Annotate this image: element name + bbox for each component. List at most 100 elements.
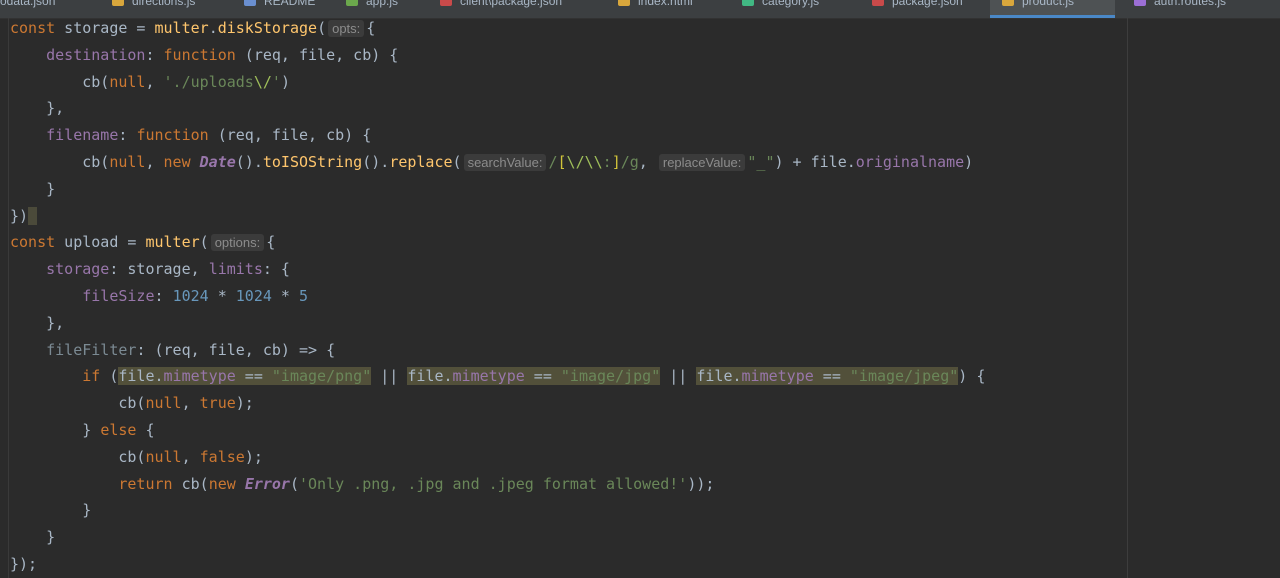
tab-label: index.html xyxy=(638,0,693,8)
parameter-hint: searchValue: xyxy=(463,154,547,171)
code-token: { xyxy=(266,233,276,252)
code-token: Error xyxy=(244,474,290,493)
right-margin-guide xyxy=(1127,18,1128,578)
code-token: / xyxy=(548,153,558,171)
code-line: } else { xyxy=(10,417,155,444)
code-token: mimetype xyxy=(741,367,814,386)
code-token: function xyxy=(136,126,209,145)
tab-label: client\package.json xyxy=(460,0,563,8)
code-token: (). xyxy=(235,153,263,171)
code-token: , xyxy=(145,153,164,171)
code-token xyxy=(28,206,38,225)
code-token: * xyxy=(208,287,236,305)
code-token: : (req, file, cb) => { xyxy=(136,340,336,359)
code-token: file. xyxy=(407,367,453,386)
tab-label: category.js xyxy=(762,0,820,8)
code-token: file. xyxy=(118,367,164,386)
code-token: "image/png" xyxy=(271,367,372,386)
tab-9[interactable]: auth.routes.js xyxy=(1122,0,1280,18)
code-token: cb( xyxy=(10,447,146,466)
code-token: file. xyxy=(696,367,742,386)
code-token: replace xyxy=(389,153,453,171)
code-token: , xyxy=(145,72,164,91)
code-token: ); xyxy=(244,447,263,466)
code-token: : xyxy=(602,153,612,171)
code-line: const upload = multer(options:{ xyxy=(10,229,275,256)
code-token: new xyxy=(163,153,200,171)
code-token: false xyxy=(199,447,245,466)
code-token: storage xyxy=(46,260,110,279)
code-token: * xyxy=(271,287,299,305)
tab-label: odata.json xyxy=(0,0,56,8)
code-token: } xyxy=(10,528,56,547)
code-token: , xyxy=(638,153,657,171)
parameter-hint: replaceValue: xyxy=(658,154,746,171)
code-line: return cb(new Error('Only .png, .jpg and… xyxy=(10,471,714,498)
code-token: ) + file. xyxy=(774,153,856,171)
parameter-hint: opts: xyxy=(328,20,365,37)
code-token: }); xyxy=(10,555,38,573)
code-line: } xyxy=(10,497,91,524)
code-token: "_" xyxy=(747,153,775,171)
code-token: cb( xyxy=(172,474,209,493)
tab-label: auth.routes.js xyxy=(1154,0,1227,8)
code-token: [ xyxy=(557,153,567,171)
code-line: fileSize: 1024 * 1024 * 5 xyxy=(10,283,308,310)
code-token: ( xyxy=(289,474,299,493)
code-token: : xyxy=(118,126,137,145)
js-file-icon xyxy=(1134,0,1146,6)
code-token: destination xyxy=(46,45,146,64)
code-token: multer xyxy=(145,233,200,252)
code-token: 1024 xyxy=(172,287,209,305)
code-line: }, xyxy=(10,95,64,122)
code-token: new xyxy=(208,474,245,493)
code-line: cb(null, new Date().toISOString().replac… xyxy=(10,149,973,176)
code-token: ); xyxy=(235,394,254,413)
code-token: cb( xyxy=(10,72,110,91)
code-token: filename xyxy=(46,126,119,145)
code-line: cb(null, true); xyxy=(10,390,254,417)
code-editor[interactable]: const storage = multer.diskStorage(opts:… xyxy=(10,15,1126,578)
code-token: toISOString xyxy=(262,153,363,171)
code-token: true xyxy=(199,394,236,413)
code-token: ( xyxy=(100,367,119,386)
tab-label: package.json xyxy=(892,0,963,8)
markdown-file-icon xyxy=(244,0,256,6)
code-token: "image/jpg" xyxy=(560,367,661,386)
code-token: ( xyxy=(317,19,327,37)
code-token: null xyxy=(145,394,182,413)
gutter-edge xyxy=(8,18,9,578)
code-token: } xyxy=(10,179,56,198)
code-token: multer xyxy=(154,19,209,37)
code-token: { xyxy=(366,19,376,37)
code-token: (req, file, cb) { xyxy=(235,45,399,64)
code-token: (req, file, cb) { xyxy=(208,126,372,145)
code-token: function xyxy=(163,45,236,64)
code-token: || xyxy=(371,367,408,386)
code-token: (). xyxy=(362,153,390,171)
code-token: /g xyxy=(620,153,639,171)
code-token: upload = xyxy=(55,233,146,252)
code-token: : storage, xyxy=(109,260,209,279)
code-line: filename: function (req, file, cb) { xyxy=(10,122,371,149)
code-line: } xyxy=(10,524,55,551)
code-token: }, xyxy=(10,313,65,332)
code-token: } xyxy=(10,421,101,439)
code-token: mimetype xyxy=(163,367,236,386)
code-line: if (file.mimetype == "image/png" || file… xyxy=(10,363,985,390)
code-token: || xyxy=(660,367,697,386)
code-token: { xyxy=(136,421,155,439)
code-line: }); xyxy=(10,551,37,578)
code-token: )); xyxy=(687,474,715,493)
code-line: }) xyxy=(10,203,38,230)
code-token: 1024 xyxy=(235,287,272,305)
code-token: 'Only .png, .jpg and .jpeg format allowe… xyxy=(299,474,688,493)
vue-file-icon xyxy=(742,0,754,6)
code-token: return xyxy=(118,474,173,493)
code-line: } xyxy=(10,176,55,203)
code-token: mimetype xyxy=(452,367,525,386)
code-token: ' xyxy=(271,72,281,91)
